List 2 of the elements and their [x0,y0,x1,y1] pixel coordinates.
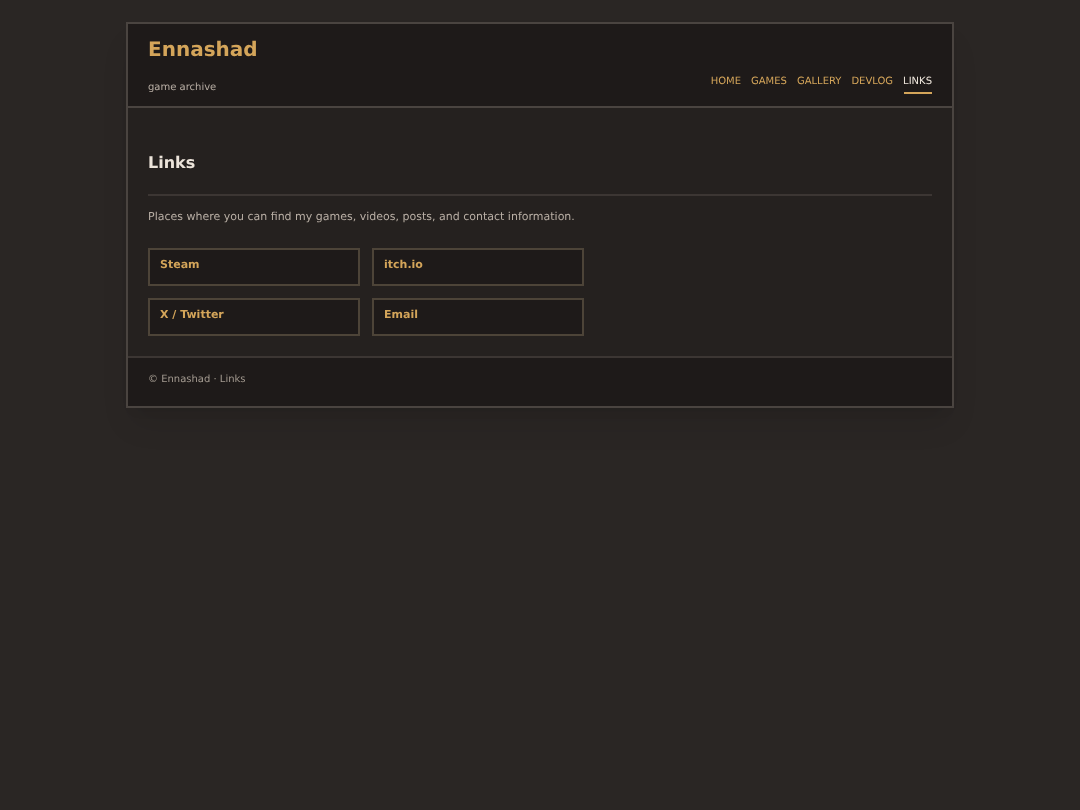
page-heading: Links [148,154,196,172]
site-title: Ennashad [148,42,258,62]
